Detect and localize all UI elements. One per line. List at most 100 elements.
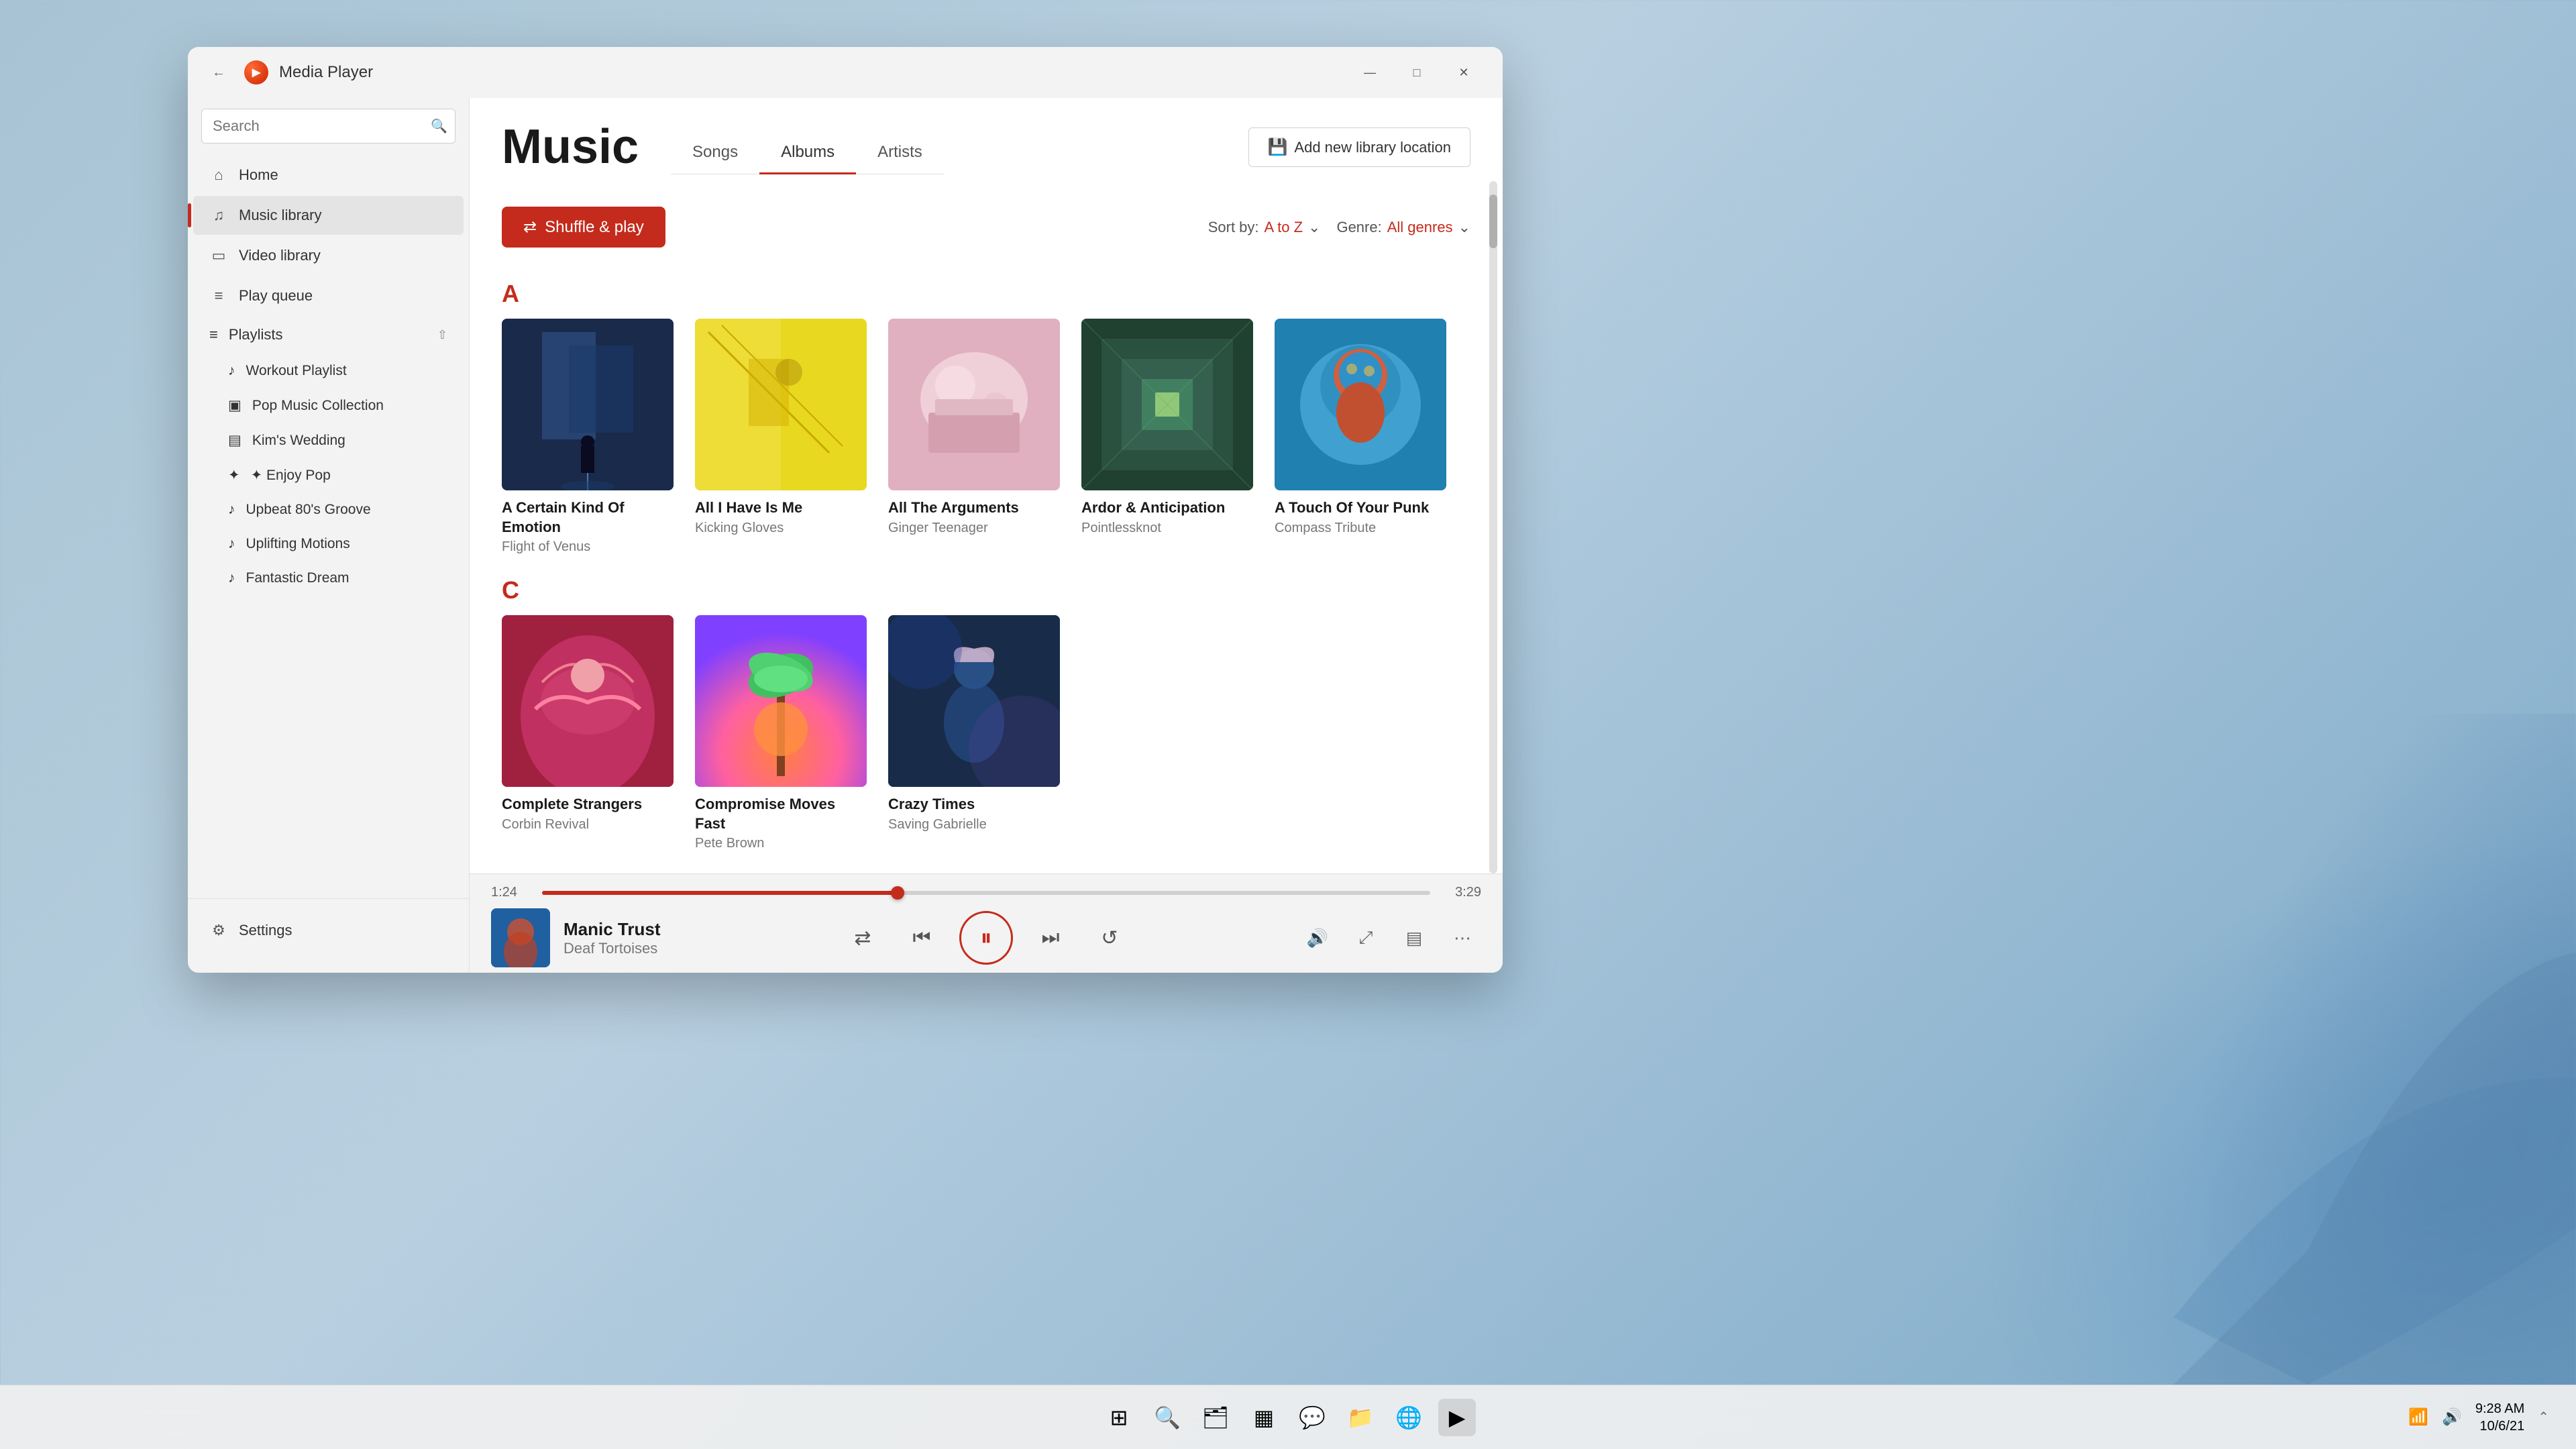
genre-value: All genres	[1387, 219, 1453, 236]
sidebar-item-upbeat[interactable]: ♪ Upbeat 80's Groove	[193, 493, 464, 527]
next-button[interactable]: ⏭	[1029, 916, 1072, 959]
more-button[interactable]: ⋯	[1444, 919, 1481, 957]
albums-scroll[interactable]: A	[470, 264, 1503, 873]
taskbar-start-icon[interactable]: ⊞	[1100, 1399, 1138, 1436]
sidebar-item-video-library[interactable]: ▭ Video library	[193, 236, 464, 275]
shuffle-play-button[interactable]: ⇄ Shuffle & play	[502, 207, 665, 248]
album-card[interactable]: Crazy Times Saving Gabrielle	[888, 615, 1060, 851]
album-title: Complete Strangers	[502, 795, 674, 814]
album-card[interactable]: Complete Strangers Corbin Revival	[502, 615, 674, 851]
taskbar-time[interactable]: 9:28 AM 10/6/21	[2475, 1400, 2524, 1435]
current-time: 1:24	[491, 885, 531, 900]
tabs: Songs Albums Artists	[671, 132, 944, 174]
queue-icon: ≡	[209, 287, 228, 305]
sidebar-item-label: Music library	[239, 207, 321, 224]
sidebar-item-label: Video library	[239, 247, 321, 264]
taskbar-search-icon[interactable]: 🔍	[1148, 1399, 1186, 1436]
taskbar-chat-icon[interactable]: 💬	[1293, 1399, 1331, 1436]
sidebar-item-enjoy[interactable]: ✦ ✦ Enjoy Pop	[193, 458, 464, 492]
taskbar-store-icon[interactable]: ▦	[1245, 1399, 1283, 1436]
app-window: ← ▶ Media Player — □ ✕ 🔍 ⌂ Home ♫ Mu	[188, 47, 1503, 973]
album-card[interactable]: A Certain Kind Of Emotion Flight of Venu…	[502, 319, 674, 555]
album-art	[888, 615, 1060, 787]
album-artist: Pete Brown	[695, 836, 867, 851]
miniplayer-button[interactable]: ⤢	[1347, 919, 1385, 957]
sidebar-item-play-queue[interactable]: ≡ Play queue	[193, 276, 464, 315]
shuffle-button[interactable]: ⇄	[841, 916, 884, 959]
album-artist: Ginger Teenager	[888, 521, 1060, 536]
main-content: Music Songs Albums Artists 💾 Add new lib…	[470, 98, 1503, 973]
sidebar-item-music-library[interactable]: ♫ Music library	[193, 196, 464, 235]
genre-control[interactable]: Genre: All genres ⌄	[1336, 219, 1470, 236]
sidebar-item-wedding[interactable]: ▤ Kim's Wedding	[193, 423, 464, 458]
clock-time: 9:28 AM	[2475, 1400, 2524, 1417]
queue-button[interactable]: ▤	[1395, 919, 1433, 957]
album-art	[502, 319, 674, 490]
sort-by-value: A to Z	[1265, 219, 1303, 236]
taskbar-media-icon[interactable]: ▶	[1438, 1399, 1476, 1436]
track-title: Manic Trust	[564, 919, 660, 940]
sidebar-item-label: Workout Playlist	[246, 363, 347, 379]
now-playing-info: Manic Trust Deaf Tortoises	[564, 919, 660, 957]
playlist-note2-icon: ♪	[228, 502, 235, 518]
add-library-icon: 💾	[1268, 138, 1288, 157]
search-input[interactable]	[201, 109, 455, 144]
sidebar-item-label: Settings	[239, 922, 292, 939]
playlist-note3-icon: ♪	[228, 536, 235, 552]
tab-albums[interactable]: Albums	[759, 132, 856, 174]
album-title: Crazy Times	[888, 795, 1060, 814]
album-card[interactable]: All I Have Is Me Kicking Gloves	[695, 319, 867, 555]
controls-row: Manic Trust Deaf Tortoises ⇄ ⏮ ⏸ ⏭ ↺ 🔊 ⤢	[491, 903, 1481, 973]
album-artist: Saving Gabrielle	[888, 817, 1060, 833]
sort-chevron-icon: ⌄	[1308, 219, 1320, 236]
taskbar-explorer-icon[interactable]: 📁	[1342, 1399, 1379, 1436]
volume-button[interactable]: 🔊	[1299, 919, 1336, 957]
app-title: Media Player	[279, 63, 1336, 82]
progress-track[interactable]	[542, 891, 1430, 895]
album-card[interactable]: Compromise Moves Fast Pete Brown	[695, 615, 867, 851]
progress-thumb[interactable]	[891, 886, 904, 900]
playlist-note4-icon: ♪	[228, 570, 235, 586]
sidebar-bottom: ⚙ Settings	[188, 898, 469, 962]
clock-date: 10/6/21	[2475, 1417, 2524, 1435]
play-pause-button[interactable]: ⏸	[959, 911, 1013, 965]
settings-icon: ⚙	[209, 922, 228, 939]
window-controls: — □ ✕	[1347, 56, 1487, 89]
sidebar-item-pop[interactable]: ▣ Pop Music Collection	[193, 388, 464, 423]
progress-fill	[542, 891, 898, 895]
now-playing: Manic Trust Deaf Tortoises	[491, 908, 706, 967]
star-icon: ✦	[228, 467, 240, 484]
sidebar-item-home[interactable]: ⌂ Home	[193, 156, 464, 195]
playlists-section-header[interactable]: ≡ Playlists ⇧	[193, 317, 464, 353]
album-art	[1081, 319, 1253, 490]
add-library-button[interactable]: 💾 Add new library location	[1248, 127, 1470, 167]
right-controls: 🔊 ⤢ ▤ ⋯	[1267, 919, 1481, 957]
album-card[interactable]: Ardor & Anticipation Pointlessknot	[1081, 319, 1253, 555]
album-card[interactable]: A Touch Of Your Punk Compass Tribute	[1275, 319, 1446, 555]
sidebar-item-workout[interactable]: ♪ Workout Playlist	[193, 354, 464, 388]
prev-button[interactable]: ⏮	[900, 916, 943, 959]
taskbar-files-icon[interactable]: 🗂	[1197, 1399, 1234, 1436]
sidebar-item-settings[interactable]: ⚙ Settings	[193, 911, 464, 950]
taskbar-edge-icon[interactable]: 🌐	[1390, 1399, 1428, 1436]
sidebar-item-uplifting[interactable]: ♪ Uplifting Motions	[193, 527, 464, 561]
now-playing-thumb	[491, 908, 550, 967]
taskbar-chevron-icon[interactable]: ⌃	[2538, 1409, 2549, 1426]
album-title: All The Arguments	[888, 498, 1060, 518]
scroll-thumb[interactable]	[1489, 195, 1497, 248]
back-button[interactable]: ←	[204, 58, 233, 87]
tab-artists[interactable]: Artists	[856, 132, 944, 174]
repeat-button[interactable]: ↺	[1088, 916, 1131, 959]
album-card[interactable]: All The Arguments Ginger Teenager	[888, 319, 1060, 555]
maximize-button[interactable]: □	[1394, 56, 1440, 89]
sort-by-control[interactable]: Sort by: A to Z ⌄	[1208, 219, 1321, 236]
tab-songs[interactable]: Songs	[671, 132, 759, 174]
sidebar-item-fantastic[interactable]: ♪ Fantastic Dream	[193, 561, 464, 595]
close-button[interactable]: ✕	[1441, 56, 1487, 89]
album-title: Compromise Moves Fast	[695, 795, 867, 833]
minimize-button[interactable]: —	[1347, 56, 1393, 89]
album-art	[695, 615, 867, 787]
sidebar-item-label: Home	[239, 166, 278, 184]
playlist-icon: ≡	[209, 326, 218, 343]
album-title: A Touch Of Your Punk	[1275, 498, 1446, 518]
